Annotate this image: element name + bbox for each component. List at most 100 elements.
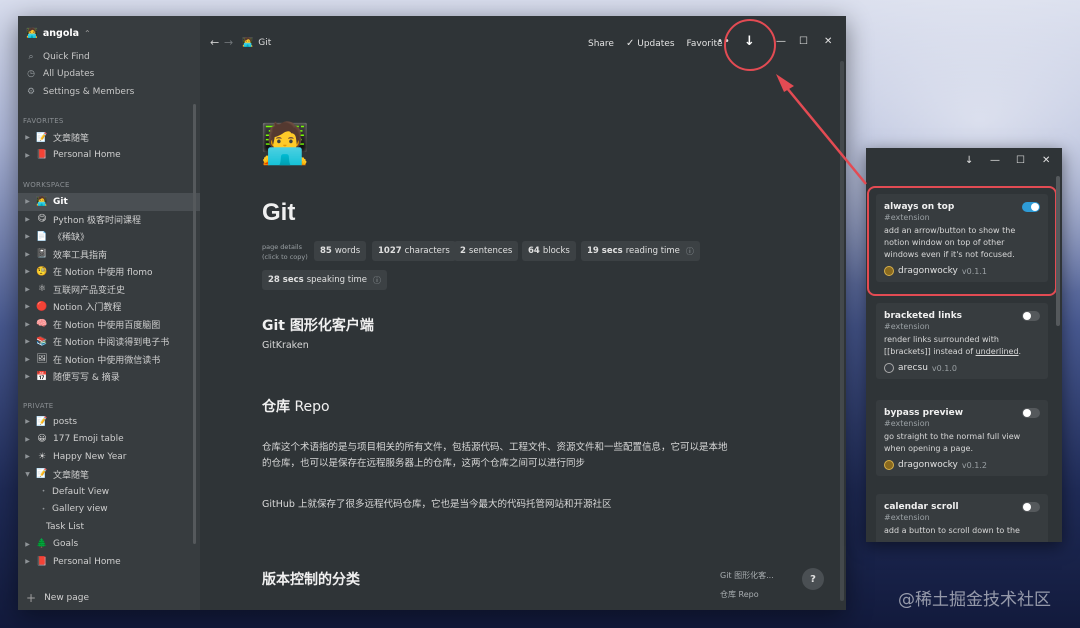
sidebar-item-page[interactable]: ▶ 📅 随便写写 & 摘录 bbox=[18, 368, 200, 386]
stat-chip-words[interactable]: 85 words bbox=[314, 241, 367, 261]
extension-author[interactable]: dragonwocky v0.1.2 bbox=[884, 460, 1040, 470]
toc-item[interactable]: 仓库 Repo bbox=[720, 589, 759, 600]
triangle-right-icon[interactable]: ▶ bbox=[24, 303, 31, 310]
sidebar-item-git[interactable]: ▶ 🧑‍💻 Git bbox=[18, 193, 200, 211]
sidebar-item-favorite[interactable]: ▶ 📝 文章随笔 bbox=[18, 129, 200, 147]
private-section-label: PRIVATE bbox=[23, 402, 54, 410]
page-emoji-icon: 📕 bbox=[36, 150, 48, 161]
close-icon[interactable]: ✕ bbox=[1042, 155, 1050, 166]
triangle-right-icon[interactable]: ▶ bbox=[24, 268, 31, 275]
workspace-list: ▶ 🧑‍💻 Git ▶ 😋 Python 极客时间课程 ▶ 📄 《稀缺》 ▶ 📓… bbox=[18, 193, 200, 386]
triangle-right-icon[interactable]: ▶ bbox=[24, 251, 31, 258]
sidebar-item-page-expanded[interactable]: ▼ 📝 文章随笔 bbox=[18, 466, 200, 484]
sidebar-item-view[interactable]: • Gallery view bbox=[18, 501, 200, 519]
stat-chip-characters[interactable]: 1027 characters bbox=[372, 241, 456, 261]
updates-button[interactable]: ✓ Updates bbox=[626, 38, 675, 49]
sidebar-item-label: Settings & Members bbox=[43, 86, 135, 97]
arrow-down-icon[interactable]: ↓ bbox=[965, 155, 973, 166]
sidebar-item-label: Git bbox=[53, 196, 68, 207]
sidebar-item-settings[interactable]: ⚙ Settings & Members bbox=[26, 83, 134, 101]
sidebar-item-page[interactable]: ▶ ⚛ 互联网产品变迁史 bbox=[18, 281, 200, 299]
sidebar-item-page[interactable]: ▶ 🧠 在 Notion 中使用百度脑图 bbox=[18, 316, 200, 334]
close-icon[interactable]: ✕ bbox=[824, 36, 832, 47]
sidebar-item-page[interactable]: ▶ 🖼 在 Notion 中使用微信读书 bbox=[18, 351, 200, 369]
extension-toggle[interactable] bbox=[1022, 311, 1040, 321]
paragraph-line: 仓库这个术语指的是与项目相关的所有文件，包括源代码、工程文件、资源文件和一些配置… bbox=[262, 442, 728, 453]
topbar-actions: Share ✓ Updates Favorite bbox=[588, 38, 723, 49]
extension-name: bracketed links bbox=[884, 311, 963, 321]
triangle-right-icon[interactable]: ▶ bbox=[24, 198, 31, 205]
sidebar-item-page[interactable]: ▶ 📝 posts bbox=[18, 413, 200, 431]
sidebar-item-view[interactable]: • Default View bbox=[18, 483, 200, 501]
maximize-icon[interactable]: ☐ bbox=[1016, 155, 1025, 166]
sidebar-scrollbar[interactable] bbox=[193, 104, 196, 544]
sidebar-item-page[interactable]: ▶ 📚 在 Notion 中阅读得到电子书 bbox=[18, 333, 200, 351]
page-emoji-icon: 🖼 bbox=[36, 354, 48, 365]
triangle-right-icon[interactable]: ▶ bbox=[24, 418, 31, 425]
sidebar-item-label: Task List bbox=[46, 521, 85, 532]
main-scrollbar[interactable] bbox=[840, 61, 844, 601]
minimize-icon[interactable]: — bbox=[776, 36, 786, 47]
workspace-switcher[interactable]: 🧑‍💻 angola ⌃ bbox=[26, 26, 91, 40]
sidebar-item-all-updates[interactable]: ◷ All Updates bbox=[26, 66, 134, 84]
paragraph-repo-description[interactable]: 仓库这个术语指的是与项目相关的所有文件，包括源代码、工程文件、资源文件和一些配置… bbox=[262, 440, 728, 472]
stat-value: 28 secs bbox=[268, 275, 304, 285]
maximize-icon[interactable]: ☐ bbox=[799, 36, 808, 47]
popup-scrollbar[interactable] bbox=[1056, 176, 1060, 326]
extension-toggle[interactable] bbox=[1022, 408, 1040, 418]
heading-git-gui[interactable]: Git 图形化客户端 bbox=[262, 315, 374, 335]
sidebar-item-page[interactable]: ▶ 📓 效率工具指南 bbox=[18, 246, 200, 264]
triangle-right-icon[interactable]: ▶ bbox=[24, 233, 31, 240]
extension-toggle[interactable] bbox=[1022, 502, 1040, 512]
back-arrow-icon[interactable]: ← bbox=[210, 36, 219, 49]
triangle-right-icon[interactable]: ▶ bbox=[24, 286, 31, 293]
sidebar-item-page[interactable]: ▶ 🌲 Goals bbox=[18, 536, 200, 554]
heading-vcs-types[interactable]: 版本控制的分类 bbox=[262, 569, 360, 589]
stat-chip-sentences[interactable]: 2 sentences bbox=[454, 241, 519, 261]
triangle-right-icon[interactable]: ▶ bbox=[24, 134, 31, 141]
stat-chip-blocks[interactable]: 64 blocks bbox=[522, 241, 576, 261]
new-page-button[interactable]: + New page bbox=[26, 591, 89, 605]
stat-chip-reading-time[interactable]: 19 secs reading time ⓘ bbox=[581, 241, 700, 261]
page-icon[interactable]: 🧑‍💻 bbox=[260, 120, 310, 168]
sidebar-item-page[interactable]: ▶ 🧐 在 Notion 中使用 flomo bbox=[18, 263, 200, 281]
share-button[interactable]: Share bbox=[588, 39, 614, 49]
triangle-right-icon[interactable]: ▶ bbox=[24, 152, 31, 159]
extension-author[interactable]: arecsu v0.1.0 bbox=[884, 363, 1040, 373]
help-button[interactable]: ? bbox=[802, 568, 824, 590]
minimize-icon[interactable]: — bbox=[990, 155, 1000, 166]
sidebar-item-page[interactable]: ▶ 😋 Python 极客时间课程 bbox=[18, 211, 200, 229]
page-emoji-icon: 📅 bbox=[36, 371, 48, 382]
toc-item[interactable]: Git 图形化客... bbox=[720, 570, 774, 581]
triangle-right-icon[interactable]: ▶ bbox=[24, 373, 31, 380]
sidebar-item-quick-find[interactable]: ⌕ Quick Find bbox=[26, 48, 134, 66]
sidebar-item-page[interactable]: ▶ 😀 177 Emoji table bbox=[18, 431, 200, 449]
sidebar-item-favorite[interactable]: ▶ 📕 Personal Home bbox=[18, 147, 200, 165]
paragraph-gitkraken[interactable]: GitKraken bbox=[262, 338, 309, 354]
page-emoji-icon: 🧑‍💻 bbox=[242, 38, 254, 48]
sidebar-item-page[interactable]: ▶ 📕 Personal Home bbox=[18, 553, 200, 571]
triangle-right-icon[interactable]: ▶ bbox=[24, 338, 31, 345]
triangle-right-icon[interactable]: ▶ bbox=[24, 558, 31, 565]
paragraph-github[interactable]: GitHub 上就保存了很多远程代码仓库，它也是当今最大的代码托管网站和开源社区 bbox=[262, 497, 611, 513]
sidebar-item-page[interactable]: ▶ 📄 《稀缺》 bbox=[18, 228, 200, 246]
breadcrumb[interactable]: 🧑‍💻 Git bbox=[242, 38, 271, 48]
forward-arrow-icon[interactable]: → bbox=[224, 36, 233, 49]
heading-repo[interactable]: 仓库 Repo bbox=[262, 396, 330, 416]
sidebar-item-view[interactable]: Task List bbox=[18, 518, 200, 536]
sidebar-item-page[interactable]: ▶ 🔴 Notion 入门教程 bbox=[18, 298, 200, 316]
plus-icon: + bbox=[26, 591, 37, 605]
triangle-right-icon[interactable]: ▶ bbox=[24, 321, 31, 328]
triangle-right-icon[interactable]: ▶ bbox=[24, 453, 31, 460]
stat-chip-speaking-time[interactable]: 28 secs speaking time ⓘ bbox=[262, 270, 387, 290]
triangle-down-icon[interactable]: ▼ bbox=[24, 471, 31, 478]
triangle-right-icon[interactable]: ▶ bbox=[24, 541, 31, 548]
triangle-right-icon[interactable]: ▶ bbox=[24, 436, 31, 443]
sidebar-item-label: Goals bbox=[53, 539, 79, 550]
triangle-right-icon[interactable]: ▶ bbox=[24, 216, 31, 223]
sidebar-item-page[interactable]: ▶ ☀ Happy New Year bbox=[18, 448, 200, 466]
stat-value: 64 bbox=[528, 246, 540, 256]
triangle-right-icon[interactable]: ▶ bbox=[24, 356, 31, 363]
workspace-emoji-icon: 🧑‍💻 bbox=[26, 27, 38, 39]
page-title[interactable]: Git bbox=[262, 199, 295, 227]
